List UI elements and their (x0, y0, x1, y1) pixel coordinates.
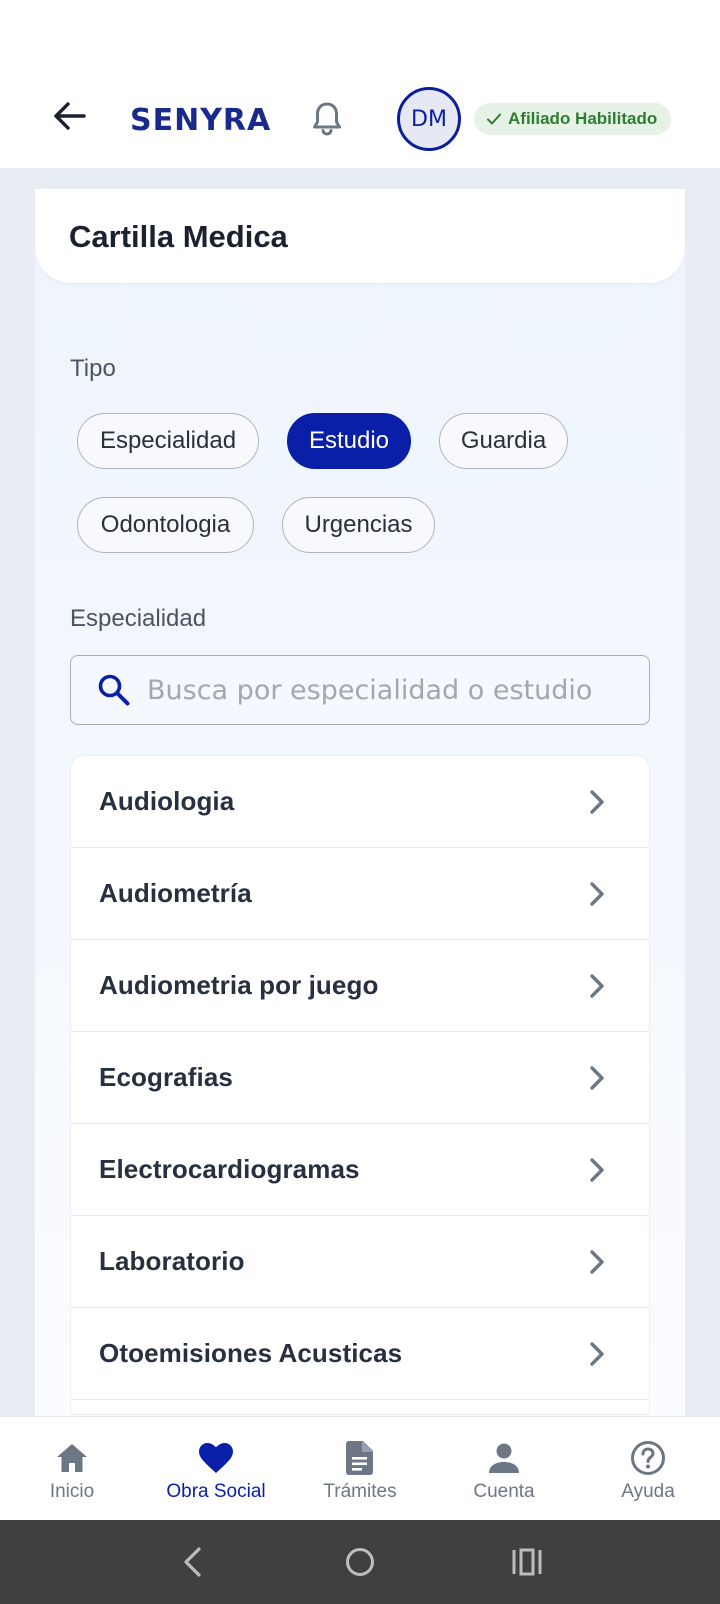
system-back-button[interactable] (168, 1537, 218, 1587)
especialidad-label: Especialidad (70, 605, 207, 632)
chevron-right-icon (590, 974, 604, 998)
circle-icon (345, 1548, 374, 1576)
list-item-label: Audiologia (99, 786, 235, 816)
list-item-laboratorio[interactable]: Laboratorio (71, 1216, 649, 1308)
heart-icon (197, 1439, 235, 1477)
search-input[interactable] (147, 674, 627, 706)
chip-especialidad[interactable]: Especialidad (77, 413, 259, 469)
chip-guardia[interactable]: Guardia (439, 413, 568, 469)
chevron-right-icon (590, 1250, 604, 1274)
chip-urgencias[interactable]: Urgencias (282, 497, 435, 553)
list-item-label: Otoemisiones Acusticas (99, 1338, 403, 1368)
bottom-navigation: Inicio Obra Social Trámites Cuenta Ayuda (0, 1416, 720, 1520)
chevron-right-icon (590, 882, 604, 906)
list-item-audiologia[interactable]: Audiologia (71, 756, 649, 848)
list-item-label: Laboratorio (99, 1246, 245, 1276)
back-button[interactable] (50, 96, 90, 136)
app-header: SENYRA DM Afiliado Habilitado (0, 0, 720, 168)
nav-item-label: Ayuda (621, 1481, 675, 1502)
search-field[interactable] (70, 655, 650, 725)
chip-label: Urgencias (304, 511, 413, 538)
nav-item-cuenta[interactable]: Cuenta (432, 1417, 576, 1520)
nav-item-ayuda[interactable]: Ayuda (576, 1417, 720, 1520)
results-list: Audiologia Audiometría Audiometria por j… (70, 755, 650, 1415)
list-item-audiometria[interactable]: Audiometría (71, 848, 649, 940)
system-home-button[interactable] (335, 1537, 385, 1587)
notifications-button[interactable] (307, 98, 347, 140)
list-item-partial[interactable] (71, 1400, 649, 1414)
check-icon (487, 113, 501, 125)
list-item-label: Ecografias (99, 1062, 233, 1092)
help-icon (629, 1439, 667, 1477)
chevron-right-icon (590, 790, 604, 814)
chip-label: Estudio (308, 427, 390, 454)
list-item-otoemisiones-acusticas[interactable]: Otoemisiones Acusticas (71, 1308, 649, 1400)
list-item-label: Audiometria por juego (99, 970, 379, 1000)
avatar-initials: DM (411, 106, 447, 132)
nav-item-label: Cuenta (473, 1481, 535, 1502)
tipo-label: Tipo (70, 355, 116, 382)
list-item-audiometria-por-juego[interactable]: Audiometria por juego (71, 940, 649, 1032)
home-icon (53, 1439, 91, 1477)
chip-label: Guardia (460, 427, 547, 454)
bell-icon (313, 102, 341, 136)
search-icon (98, 674, 130, 706)
recents-icon (512, 1548, 542, 1576)
nav-item-label: Trámites (323, 1481, 397, 1502)
page-title: Cartilla Medica (69, 219, 288, 254)
chevron-right-icon (590, 1158, 604, 1182)
chevron-right-icon (590, 1342, 604, 1366)
person-icon (485, 1439, 523, 1477)
chip-label: Odontologia (100, 511, 231, 538)
nav-item-tramites[interactable]: Trámites (288, 1417, 432, 1520)
brand-logo: SENYRA (130, 103, 272, 138)
nav-item-inicio[interactable]: Inicio (0, 1417, 144, 1520)
status-badge: Afiliado Habilitado (474, 103, 672, 135)
arrow-left-icon (54, 102, 86, 130)
status-badge-label: Afiliado Habilitado (508, 109, 658, 128)
list-item-label: Electrocardiogramas (99, 1154, 360, 1184)
nav-item-label: Obra Social (166, 1481, 266, 1502)
chip-label: Especialidad (99, 427, 237, 454)
list-item-label: Audiometría (99, 878, 252, 908)
title-card: Cartilla Medica (35, 189, 685, 283)
chip-odontologia[interactable]: Odontologia (77, 497, 254, 553)
nav-item-obra-social[interactable]: Obra Social (144, 1417, 288, 1520)
chevron-right-icon (590, 1066, 604, 1090)
nav-item-label: Inicio (49, 1481, 95, 1502)
chip-estudio[interactable]: Estudio (287, 413, 411, 469)
chevron-left-icon (184, 1547, 201, 1577)
list-item-ecografias[interactable]: Ecografias (71, 1032, 649, 1124)
system-navigation-bar (0, 1520, 720, 1604)
avatar[interactable]: DM (397, 87, 461, 151)
document-icon (341, 1439, 379, 1477)
system-recents-button[interactable] (502, 1537, 552, 1587)
list-item-electrocardiogramas[interactable]: Electrocardiogramas (71, 1124, 649, 1216)
